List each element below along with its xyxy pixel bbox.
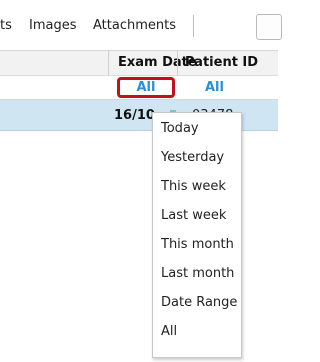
option-last-month[interactable]: Last month	[161, 266, 234, 281]
option-date-range[interactable]: Date Range	[161, 295, 237, 310]
patient-id-filter[interactable]: All	[205, 80, 224, 95]
option-all[interactable]: All	[161, 324, 177, 339]
table-header-row: Exam Date Patient ID	[0, 50, 278, 76]
tab-partial-left[interactable]: ts	[0, 18, 12, 34]
tab-divider	[193, 15, 194, 37]
tab-bar: ts Images Attachments	[0, 0, 282, 50]
exam-date-filter[interactable]: All	[117, 77, 175, 98]
tab-attachments[interactable]: Attachments	[93, 18, 176, 34]
option-today[interactable]: Today	[161, 121, 199, 136]
option-this-month[interactable]: This month	[161, 237, 234, 252]
tab-images[interactable]: Images	[29, 18, 77, 34]
option-this-week[interactable]: This week	[161, 179, 226, 194]
exam-date-cell: 16/10	[114, 108, 155, 123]
tab-overflow-control[interactable]	[256, 14, 282, 40]
option-yesterday[interactable]: Yesterday	[161, 150, 224, 165]
filter-row: All All	[0, 76, 278, 100]
option-last-week[interactable]: Last week	[161, 208, 226, 223]
date-filter-dropdown: Today Yesterday This week Last week This…	[152, 112, 242, 358]
column-header-patient-id[interactable]: Patient ID	[185, 55, 258, 70]
